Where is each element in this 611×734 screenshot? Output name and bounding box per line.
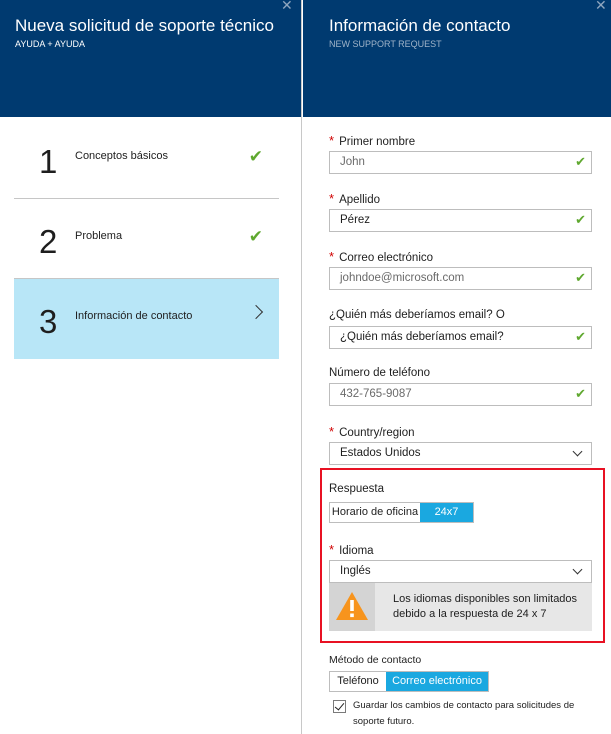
first-name-value: John [340,156,365,168]
contact-method-toggle[interactable]: Teléfono Correo electrónico [329,671,489,692]
checkmark-icon: ✔ [248,147,263,166]
valid-check-icon: ✔ [575,329,586,344]
step-problem[interactable]: 2 Problema ✔ [14,199,279,279]
step-number: 3 [39,303,58,340]
blade-subtitle: NEW SUPPORT REQUEST [329,39,442,49]
cc-email-value: ¿Quién más deberíamos email? [340,331,504,343]
save-contact-label: Guardar los cambios de contacto para sol… [353,700,575,727]
step-label: Problema [75,230,123,242]
contact-method-label: Método de contacto [329,654,422,666]
country-label: * Country/region [329,424,415,439]
step-label: Información de contacto [75,310,193,322]
first-name-field[interactable]: John ✔ [329,151,592,174]
highlight-frame [320,468,605,643]
email-value: johndoe@microsoft.com [340,272,465,284]
support-request-blade: Nueva solicitud de soporte técnico AYUDA… [0,0,302,734]
valid-check-icon: ✔ [575,386,586,401]
cc-email-field[interactable]: ¿Quién más deberíamos email? ✔ [329,326,592,349]
step-label: Conceptos básicos [75,150,168,162]
close-icon[interactable]: ✕ [595,0,607,12]
contact-option-email[interactable]: Correo electrónico [386,672,488,691]
blade-header: Nueva solicitud de soporte técnico AYUDA… [0,0,301,117]
wizard-steps: 1 Conceptos básicos ✔ 2 Problema ✔ 3 Inf… [14,119,279,359]
checkmark-icon: ✔ [248,227,263,246]
step-number: 1 [39,143,58,180]
email-field[interactable]: johndoe@microsoft.com ✔ [329,267,592,290]
last-name-value: Pérez [340,214,371,226]
required-marker: * [329,191,335,206]
step-basics[interactable]: 1 Conceptos básicos ✔ [14,119,279,199]
blade-title: Nueva solicitud de soporte técnico [15,16,274,35]
step-number: 2 [39,223,58,260]
chevron-right-icon [248,304,264,320]
blade-subtitle: AYUDA + AYUDA [15,39,85,49]
last-name-label: * Apellido [329,191,380,206]
blade-header: Información de contacto NEW SUPPORT REQU… [303,0,611,117]
close-icon[interactable]: ✕ [281,0,293,12]
country-select[interactable]: Estados Unidos [329,442,592,465]
phone-label: Número de teléfono [329,367,431,379]
required-marker: * [329,133,335,148]
required-marker: * [329,249,335,264]
required-marker: * [329,424,335,439]
first-name-label: * Primer nombre [329,133,416,148]
save-contact-checkbox[interactable] [333,700,346,713]
email-label: * Correo electrónico [329,249,434,264]
step-contact-info[interactable]: 3 Información de contacto [14,279,279,359]
cc-email-label: ¿Quién más deberíamos email? O [329,309,505,321]
phone-field[interactable]: 432-765-9087 ✔ [329,383,592,406]
phone-value: 432-765-9087 [340,388,412,400]
chevron-down-icon [572,446,583,457]
last-name-field[interactable]: Pérez ✔ [329,209,592,232]
country-value: Estados Unidos [340,447,421,459]
valid-check-icon: ✔ [575,212,586,227]
contact-option-phone[interactable]: Teléfono [330,672,386,691]
blade-title: Información de contacto [329,16,511,35]
valid-check-icon: ✔ [575,270,586,285]
valid-check-icon: ✔ [575,154,586,169]
